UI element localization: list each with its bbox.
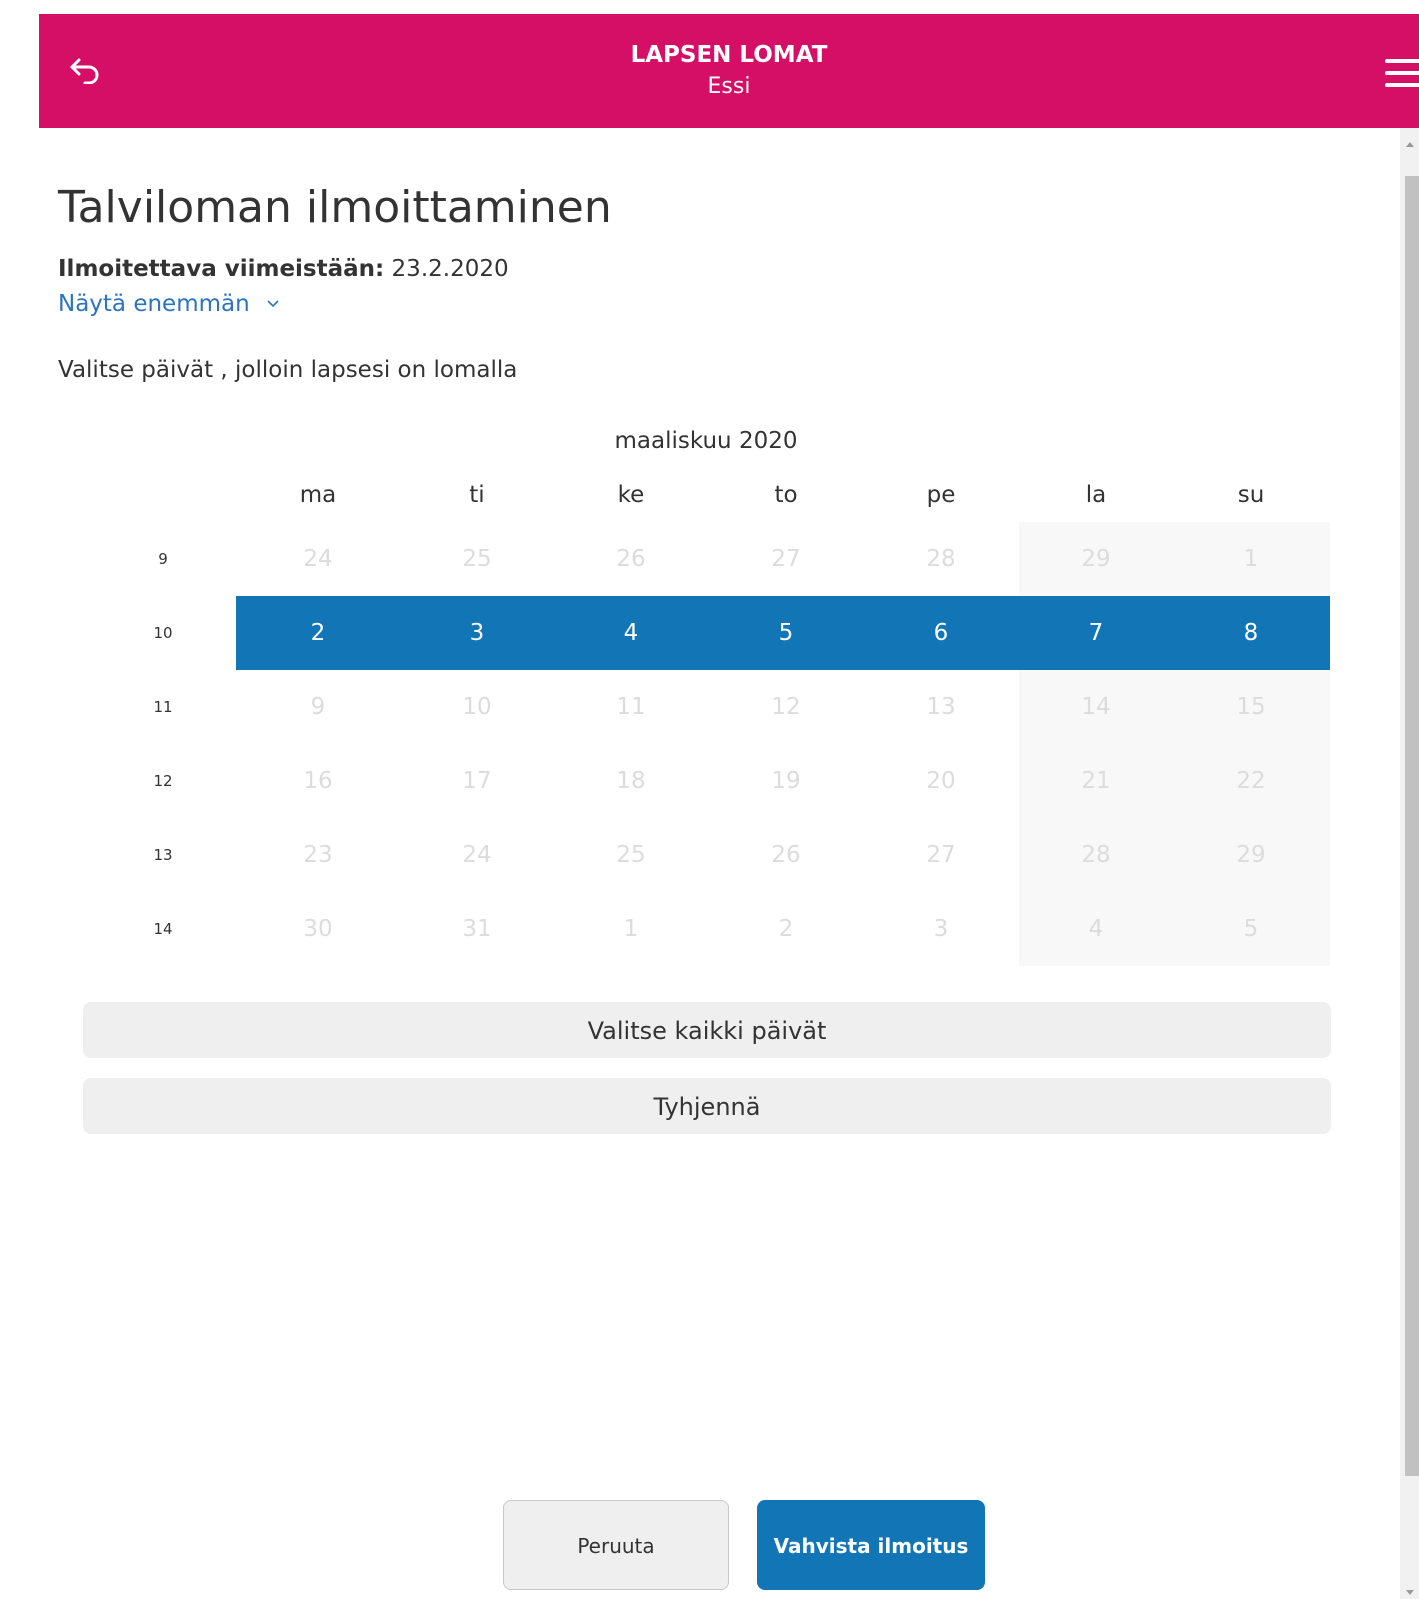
calendar-day-selected[interactable]: 2 (278, 596, 358, 670)
calendar-day-selected[interactable]: 3 (437, 596, 517, 670)
calendar-day[interactable]: 27 (901, 818, 981, 892)
calendar-week-row: 11 9 10 11 12 13 14 15 (81, 670, 1331, 744)
weekday-header: ti (469, 482, 485, 508)
header-title: LAPSEN LOMAT (630, 42, 828, 68)
calendar-day[interactable]: 16 (278, 744, 358, 818)
weekday-header: ke (617, 482, 645, 508)
chevron-down-icon (266, 299, 280, 309)
calendar-day[interactable]: 22 (1211, 744, 1291, 818)
show-more-label: Näytä enemmän (58, 291, 250, 317)
calendar-day[interactable]: 4 (1056, 892, 1136, 966)
calendar-week-row: 13 23 24 25 26 27 28 29 (81, 818, 1331, 892)
app-header: LAPSEN LOMAT Essi (39, 14, 1419, 128)
clear-button[interactable]: Tyhjennä (83, 1078, 1331, 1134)
calendar-day[interactable]: 21 (1056, 744, 1136, 818)
header-subtitle: Essi (707, 74, 751, 99)
calendar-day[interactable]: 26 (591, 522, 671, 596)
select-all-days-button[interactable]: Valitse kaikki päivät (83, 1002, 1331, 1058)
weekday-header: ma (299, 482, 337, 508)
calendar-day[interactable]: 28 (1056, 818, 1136, 892)
calendar-day-selected[interactable]: 8 (1211, 596, 1291, 670)
week-number[interactable]: 11 (143, 670, 183, 744)
calendar-day[interactable]: 24 (278, 522, 358, 596)
calendar-day[interactable]: 15 (1211, 670, 1291, 744)
cancel-button[interactable]: Peruuta (503, 1500, 729, 1590)
calendar-day[interactable]: 25 (437, 522, 517, 596)
weekday-header: la (1085, 482, 1107, 508)
calendar-month-label: maaliskuu 2020 (614, 428, 798, 454)
calendar-day[interactable]: 27 (746, 522, 826, 596)
week-number[interactable]: 9 (143, 522, 183, 596)
calendar-day[interactable]: 12 (746, 670, 826, 744)
weekday-header: to (774, 482, 798, 508)
confirm-notification-button[interactable]: Vahvista ilmoitus (757, 1500, 985, 1590)
scrollbar-thumb[interactable] (1405, 176, 1419, 1476)
instruction-text: Valitse päivät , jolloin lapsesi on loma… (58, 357, 518, 383)
calendar-day[interactable]: 11 (591, 670, 671, 744)
calendar-day[interactable]: 3 (901, 892, 981, 966)
deadline-label: Ilmoitettava viimeistään: (58, 256, 385, 282)
calendar-day-selected[interactable]: 6 (901, 596, 981, 670)
deadline-value: 23.2.2020 (391, 256, 509, 282)
week-number[interactable]: 13 (143, 818, 183, 892)
weekday-header: pe (926, 482, 956, 508)
calendar-day[interactable]: 1 (1211, 522, 1291, 596)
week-number[interactable]: 10 (143, 596, 183, 670)
calendar-day[interactable]: 23 (278, 818, 358, 892)
calendar-day[interactable]: 1 (591, 892, 671, 966)
calendar-day[interactable]: 20 (901, 744, 981, 818)
calendar-day-selected[interactable]: 7 (1056, 596, 1136, 670)
calendar-day[interactable]: 9 (278, 670, 358, 744)
weekday-header: su (1237, 482, 1265, 508)
calendar-day[interactable]: 13 (901, 670, 981, 744)
week-number[interactable]: 12 (143, 744, 183, 818)
vertical-scrollbar[interactable] (1400, 128, 1419, 1599)
page-title: Talviloman ilmoittaminen (58, 182, 612, 233)
calendar-day[interactable]: 24 (437, 818, 517, 892)
scroll-up-icon[interactable] (1406, 142, 1414, 147)
calendar-day[interactable]: 5 (1211, 892, 1291, 966)
calendar-day[interactable]: 14 (1056, 670, 1136, 744)
calendar-day[interactable]: 19 (746, 744, 826, 818)
calendar-day-selected[interactable]: 4 (591, 596, 671, 670)
calendar-day[interactable]: 10 (437, 670, 517, 744)
calendar-day[interactable]: 18 (591, 744, 671, 818)
calendar-day-selected[interactable]: 5 (746, 596, 826, 670)
deadline-info: Ilmoitettava viimeistään: 23.2.2020 (58, 254, 509, 284)
calendar-day[interactable]: 30 (278, 892, 358, 966)
calendar-day[interactable]: 17 (437, 744, 517, 818)
scroll-down-icon[interactable] (1406, 1590, 1414, 1595)
calendar-day[interactable]: 29 (1056, 522, 1136, 596)
calendar-day[interactable]: 2 (746, 892, 826, 966)
calendar-week-row: 10 2 3 4 5 6 7 8 (81, 596, 1331, 670)
calendar-week-row: 14 30 31 1 2 3 4 5 (81, 892, 1331, 966)
calendar-week-row: 12 16 17 18 19 20 21 22 (81, 744, 1331, 818)
week-number[interactable]: 14 (143, 892, 183, 966)
calendar-day[interactable]: 26 (746, 818, 826, 892)
menu-button[interactable] (1375, 56, 1419, 90)
calendar-day[interactable]: 31 (437, 892, 517, 966)
calendar-week-row: 9 24 25 26 27 28 29 1 (81, 522, 1331, 596)
calendar: maaliskuu 2020 ma ti ke to pe la su 9 24 2… (81, 418, 1331, 968)
calendar-day[interactable]: 29 (1211, 818, 1291, 892)
show-more-link[interactable]: Näytä enemmän (58, 289, 280, 319)
calendar-day[interactable]: 25 (591, 818, 671, 892)
calendar-day[interactable]: 28 (901, 522, 981, 596)
